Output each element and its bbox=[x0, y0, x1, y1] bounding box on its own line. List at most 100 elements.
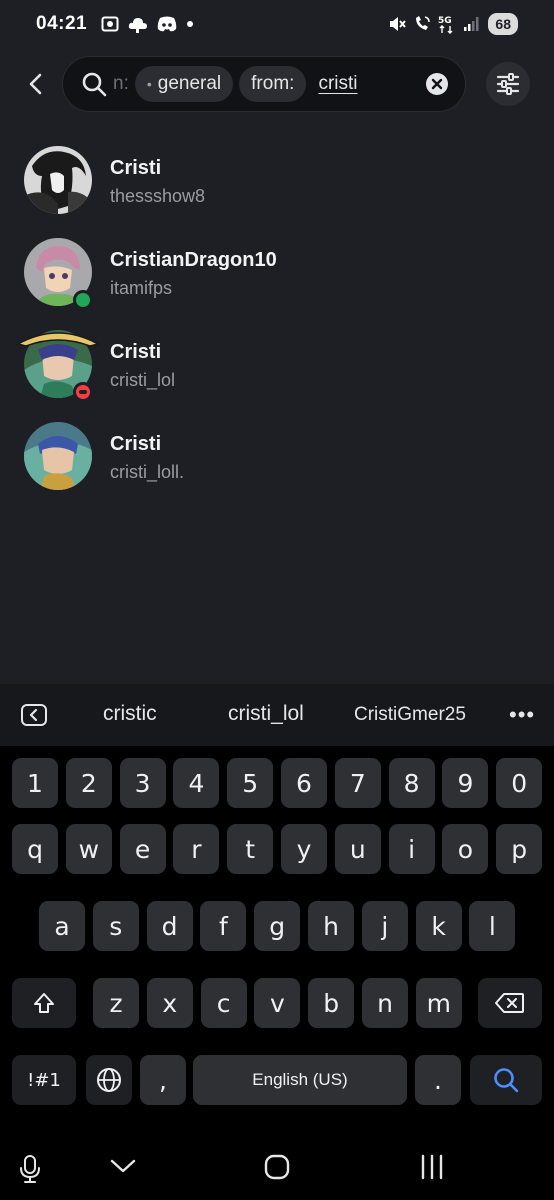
status-time: 04:21 bbox=[36, 13, 88, 34]
key-9[interactable]: 9 bbox=[442, 758, 489, 808]
key-g[interactable]: g bbox=[254, 901, 301, 951]
symbols-key[interactable]: !#1 bbox=[12, 1055, 76, 1105]
avatar bbox=[24, 422, 92, 490]
svg-text:5G: 5G bbox=[438, 16, 452, 26]
key-k[interactable]: k bbox=[415, 901, 462, 951]
cloud-icon bbox=[128, 18, 148, 33]
signal-icon bbox=[464, 17, 479, 31]
shift-icon bbox=[34, 993, 54, 1013]
keyboard-suggestion-bar: cristic cristi_lol CristiGmer25 ••• bbox=[0, 684, 554, 746]
search-query-text[interactable]: cristi bbox=[318, 73, 357, 95]
key-2[interactable]: 2 bbox=[65, 758, 112, 808]
search-key[interactable] bbox=[470, 1055, 542, 1105]
suggestion-2[interactable]: cristi_lol bbox=[228, 702, 304, 726]
search-chip-channel[interactable]: • general bbox=[134, 66, 234, 102]
search-icon bbox=[82, 72, 107, 97]
close-icon bbox=[431, 78, 443, 90]
key-b[interactable]: b bbox=[308, 978, 355, 1028]
online-status-badge bbox=[73, 290, 93, 310]
key-f[interactable]: f bbox=[200, 901, 247, 951]
system-navigation-bar bbox=[0, 1136, 554, 1200]
backspace-key[interactable] bbox=[478, 978, 542, 1028]
user-display-name: Cristi bbox=[110, 433, 162, 455]
recent-apps-icon bbox=[421, 1154, 443, 1180]
user-result-row[interactable]: CristianDragon10 itamifps bbox=[0, 232, 554, 316]
user-result-row[interactable]: Cristi cristi_lol bbox=[0, 324, 554, 408]
key-s[interactable]: s bbox=[92, 901, 139, 951]
key-d[interactable]: d bbox=[146, 901, 193, 951]
key-z[interactable]: z bbox=[93, 978, 139, 1028]
key-i[interactable]: i bbox=[388, 824, 435, 874]
key-7[interactable]: 7 bbox=[334, 758, 381, 808]
backspace-icon bbox=[495, 993, 524, 1013]
home-icon bbox=[264, 1154, 290, 1180]
shift-key[interactable] bbox=[12, 978, 76, 1028]
voice-input-button[interactable] bbox=[18, 1154, 42, 1189]
user-display-name: Cristi bbox=[110, 341, 162, 363]
filter-button[interactable] bbox=[486, 62, 530, 106]
comma-key[interactable]: , bbox=[140, 1055, 186, 1105]
key-8[interactable]: 8 bbox=[388, 758, 435, 808]
key-3[interactable]: 3 bbox=[119, 758, 166, 808]
user-result-row[interactable]: Cristi thessshow8 bbox=[0, 140, 554, 224]
search-bar[interactable]: n: • general from: cristi bbox=[62, 56, 466, 112]
battery-indicator: 68 bbox=[488, 13, 518, 35]
key-e[interactable]: e bbox=[119, 824, 166, 874]
key-y[interactable]: y bbox=[281, 824, 327, 874]
key-a[interactable]: a bbox=[39, 901, 85, 951]
clear-search-button[interactable] bbox=[426, 73, 448, 95]
dnd-status-badge bbox=[73, 382, 93, 402]
key-j[interactable]: j bbox=[361, 901, 408, 951]
key-q[interactable]: q bbox=[12, 824, 58, 874]
recent-apps-button[interactable] bbox=[420, 1154, 444, 1185]
discord-icon bbox=[157, 16, 177, 32]
key-h[interactable]: h bbox=[308, 901, 354, 951]
user-display-name: Cristi bbox=[110, 157, 162, 179]
language-key[interactable] bbox=[86, 1055, 132, 1105]
search-chip-from[interactable]: from: bbox=[239, 66, 307, 102]
status-notification-icons bbox=[101, 15, 194, 33]
user-result-row[interactable]: Cristi cristi_loll. bbox=[0, 416, 554, 500]
globe-icon bbox=[97, 1068, 121, 1092]
key-c[interactable]: c bbox=[200, 978, 247, 1028]
key-5[interactable]: 5 bbox=[227, 758, 274, 808]
key-4[interactable]: 4 bbox=[173, 758, 220, 808]
key-x[interactable]: x bbox=[146, 978, 193, 1028]
wifi-call-icon bbox=[416, 16, 431, 30]
avatar bbox=[24, 146, 92, 214]
suggestion-1[interactable]: cristic bbox=[103, 702, 157, 726]
key-6[interactable]: 6 bbox=[281, 758, 327, 808]
home-button[interactable] bbox=[264, 1154, 290, 1185]
key-v[interactable]: v bbox=[254, 978, 301, 1028]
space-key[interactable]: English (US) bbox=[193, 1055, 407, 1105]
search-header: n: • general from: cristi bbox=[0, 56, 554, 112]
suggestion-3[interactable]: CristiGmer25 bbox=[354, 704, 466, 726]
hide-keyboard-button[interactable] bbox=[110, 1158, 136, 1179]
key-t[interactable]: t bbox=[227, 824, 274, 874]
key-u[interactable]: u bbox=[334, 824, 381, 874]
user-display-name: CristianDragon10 bbox=[110, 249, 277, 271]
key-1[interactable]: 1 bbox=[12, 758, 58, 808]
key-r[interactable]: r bbox=[173, 824, 220, 874]
screenshot-icon bbox=[101, 16, 119, 32]
back-button[interactable] bbox=[20, 68, 52, 100]
status-bar: 04:21 5G 68 bbox=[0, 0, 554, 48]
user-username: thessshow8 bbox=[110, 186, 206, 206]
period-key[interactable]: . bbox=[415, 1055, 461, 1105]
key-l[interactable]: l bbox=[469, 901, 516, 951]
sliders-icon bbox=[496, 73, 520, 95]
key-p[interactable]: p bbox=[496, 824, 543, 874]
keyboard-toolbar-toggle[interactable] bbox=[20, 703, 48, 732]
microphone-icon bbox=[20, 1155, 40, 1183]
collapse-toolbar-icon bbox=[21, 704, 47, 726]
key-n[interactable]: n bbox=[362, 978, 408, 1028]
search-chip-channel-label: general bbox=[157, 73, 222, 94]
key-w[interactable]: w bbox=[65, 824, 112, 874]
channel-dot-icon: • bbox=[146, 76, 152, 92]
key-o[interactable]: o bbox=[442, 824, 489, 874]
key-m[interactable]: m bbox=[415, 978, 462, 1028]
more-options-button[interactable]: ••• bbox=[509, 702, 535, 728]
key-0[interactable]: 0 bbox=[496, 758, 543, 808]
soft-keyboard: cristic cristi_lol CristiGmer25 ••• !#1 … bbox=[0, 684, 554, 1200]
search-chip-truncated: n: bbox=[113, 73, 129, 94]
